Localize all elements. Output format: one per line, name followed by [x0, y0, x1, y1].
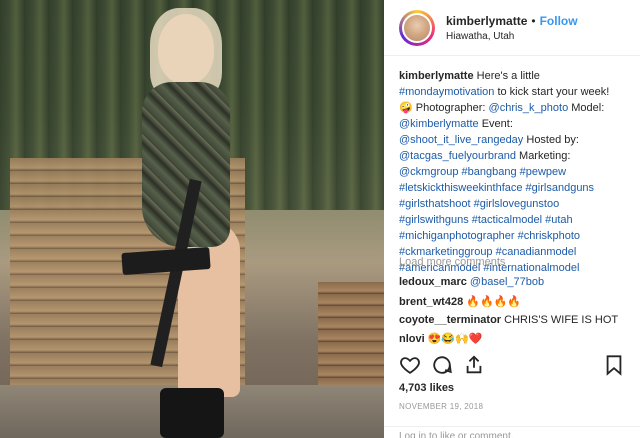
- post-photo[interactable]: [0, 0, 384, 438]
- caption-link[interactable]: #letskickthisweekinthface #girlsandguns: [399, 182, 594, 194]
- follow-button[interactable]: Follow: [540, 14, 578, 28]
- caption-line: #michiganphotographer #chriskphoto: [399, 228, 635, 244]
- avatar[interactable]: [402, 13, 432, 43]
- username-link[interactable]: kimberlymatte: [446, 14, 527, 28]
- comment-username-link[interactable]: brent_wt428: [399, 296, 466, 308]
- caption-link[interactable]: #mondaymotivation: [399, 86, 494, 98]
- caption-link[interactable]: @tacgas_fuelyourbrand: [399, 150, 516, 162]
- caption-text: 🤪 Photographer:: [399, 102, 489, 114]
- share-icon[interactable]: [463, 354, 485, 376]
- caption-line: #mondaymotivation to kick start your wee…: [399, 84, 635, 100]
- action-bar: [399, 354, 625, 378]
- likes-count[interactable]: 4,703 likes: [399, 382, 454, 394]
- comment-row: nlovi 😍😂🙌❤️: [399, 332, 483, 345]
- comment-username-link[interactable]: coyote__terminator: [399, 314, 504, 326]
- bookmark-icon[interactable]: [603, 354, 625, 376]
- comment-username-link[interactable]: nlovi: [399, 333, 428, 345]
- post-date[interactable]: NOVEMBER 19, 2018: [399, 402, 483, 411]
- caption-link[interactable]: @ckmgroup #bangbang #pewpew: [399, 166, 566, 178]
- caption-link[interactable]: #girlsthatshoot #girlslovegunstoo: [399, 198, 559, 210]
- caption-link[interactable]: @chris_k_photo: [489, 102, 569, 114]
- caption-link[interactable]: @shoot_it_live_rangeday: [399, 134, 523, 146]
- heart-icon[interactable]: [399, 354, 421, 376]
- caption-line: #girlsthatshoot #girlslovegunstoo: [399, 196, 635, 212]
- caption-link[interactable]: #michiganphotographer #chriskphoto: [399, 230, 580, 242]
- photo-figure-boots: [160, 388, 224, 438]
- location-link[interactable]: Hiawatha, Utah: [446, 31, 514, 42]
- caption-line: #letskickthisweekinthface #girlsandguns: [399, 180, 635, 196]
- comment-text: CHRIS'S WIFE IS HOT: [504, 314, 619, 326]
- caption-line: @kimberlymatte Event:: [399, 116, 635, 132]
- caption-link[interactable]: @kimberlymatte: [399, 118, 479, 130]
- caption-text: Here's a little: [476, 70, 540, 82]
- separator-dot: •: [531, 14, 536, 28]
- comment-username-link[interactable]: ledoux_marc: [399, 276, 470, 288]
- comment-mention-link[interactable]: @basel_77bob: [470, 276, 544, 288]
- caption-text: Event:: [478, 118, 513, 130]
- caption-text: to kick start your week!: [494, 86, 610, 98]
- comment-text: 🔥🔥🔥🔥: [466, 296, 522, 308]
- caption-line: 🤪 Photographer: @chris_k_photo Model:: [399, 100, 635, 116]
- add-comment-area[interactable]: Log in to like or comment.: [384, 426, 640, 438]
- caption-line: @shoot_it_live_rangeday Hosted by:: [399, 132, 635, 148]
- caption-line: @tacgas_fuelyourbrand Marketing:: [399, 148, 635, 164]
- photo-figure-head: [158, 14, 214, 84]
- photo-lumber-stack-right: [318, 282, 384, 392]
- caption-username-link[interactable]: kimberlymatte: [399, 70, 477, 82]
- caption-line: @ckmgroup #bangbang #pewpew: [399, 164, 635, 180]
- caption-text: Marketing:: [515, 150, 571, 162]
- post-caption: kimberlymatte Here's a little #mondaymot…: [399, 68, 635, 276]
- comment-text: 😍😂🙌❤️: [427, 333, 483, 345]
- caption-text: Hosted by:: [523, 134, 579, 146]
- post-side-panel: kimberlymatte • Follow Hiawatha, Utah kimb…: [384, 0, 640, 438]
- comment-icon[interactable]: [431, 354, 453, 376]
- caption-line: kimberlymatte Here's a little: [399, 68, 635, 84]
- username-row: kimberlymatte • Follow: [446, 14, 578, 28]
- avatar-story-ring[interactable]: [399, 10, 435, 46]
- load-more-comments-button[interactable]: Load more comments: [399, 256, 505, 268]
- caption-line: #girlswithguns #tacticalmodel #utah: [399, 212, 635, 228]
- caption-text: Model:: [568, 102, 605, 114]
- comment-row: coyote__terminator CHRIS'S WIFE IS HOT: [399, 314, 618, 326]
- post-header: kimberlymatte • Follow Hiawatha, Utah: [384, 0, 640, 56]
- comment-row: ledoux_marc @basel_77bob: [399, 276, 544, 288]
- caption-link[interactable]: #girlswithguns #tacticalmodel #utah: [399, 214, 573, 226]
- comment-row: brent_wt428 🔥🔥🔥🔥: [399, 295, 521, 308]
